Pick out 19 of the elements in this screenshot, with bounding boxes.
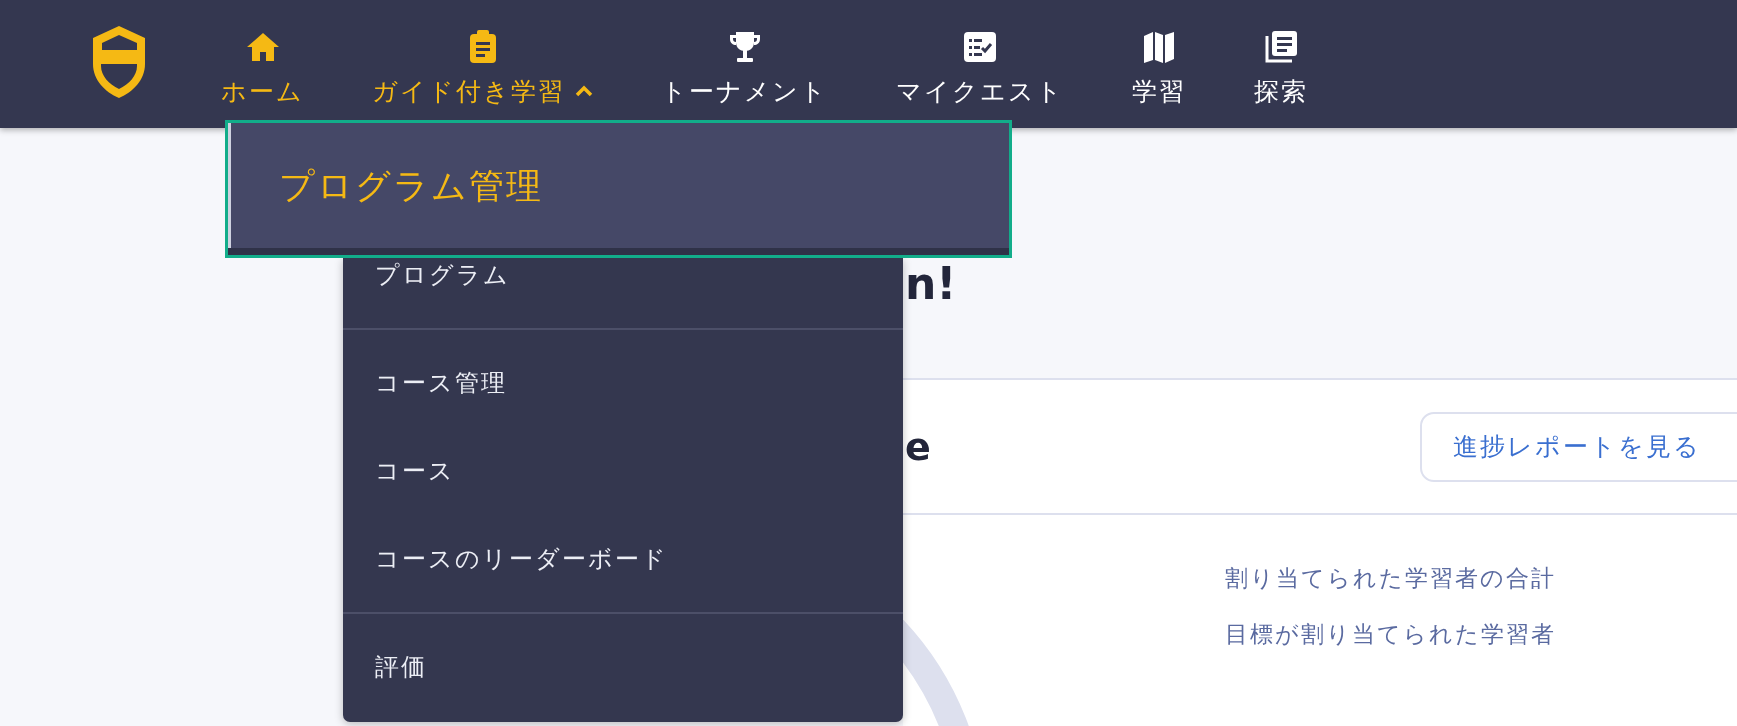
- caret-icon: [575, 85, 593, 97]
- page-heading: n!: [904, 257, 958, 311]
- nav-tab[interactable]: マイクエスト: [896, 28, 1064, 108]
- menu-item[interactable]: コース管理: [343, 339, 903, 427]
- menu-item[interactable]: 評価: [343, 623, 903, 711]
- nav-tab[interactable]: ガイド付き学習: [372, 28, 593, 108]
- nav-tab[interactable]: 探索: [1254, 28, 1308, 108]
- document-stack-icon: [1263, 28, 1299, 65]
- nav-tab[interactable]: トーナメント: [661, 28, 828, 108]
- stat-label: 割り当てられた学習者の合計: [1224, 565, 1556, 591]
- menu-item[interactable]: コース: [343, 427, 903, 515]
- nav-tab[interactable]: ホーム: [221, 28, 304, 108]
- focused-menu-item[interactable]: プログラム管理: [225, 120, 1012, 258]
- stat-label: 目標が割り当てられた学習者: [1224, 621, 1556, 647]
- menu-item[interactable]: コースのリーダーボード: [343, 515, 903, 603]
- progress-report-button[interactable]: 進捗レポートを見る: [1420, 411, 1737, 482]
- nav-tab[interactable]: 学習: [1132, 28, 1186, 108]
- menu-item[interactable]: プログラム: [343, 258, 903, 319]
- card-title: e: [904, 424, 931, 469]
